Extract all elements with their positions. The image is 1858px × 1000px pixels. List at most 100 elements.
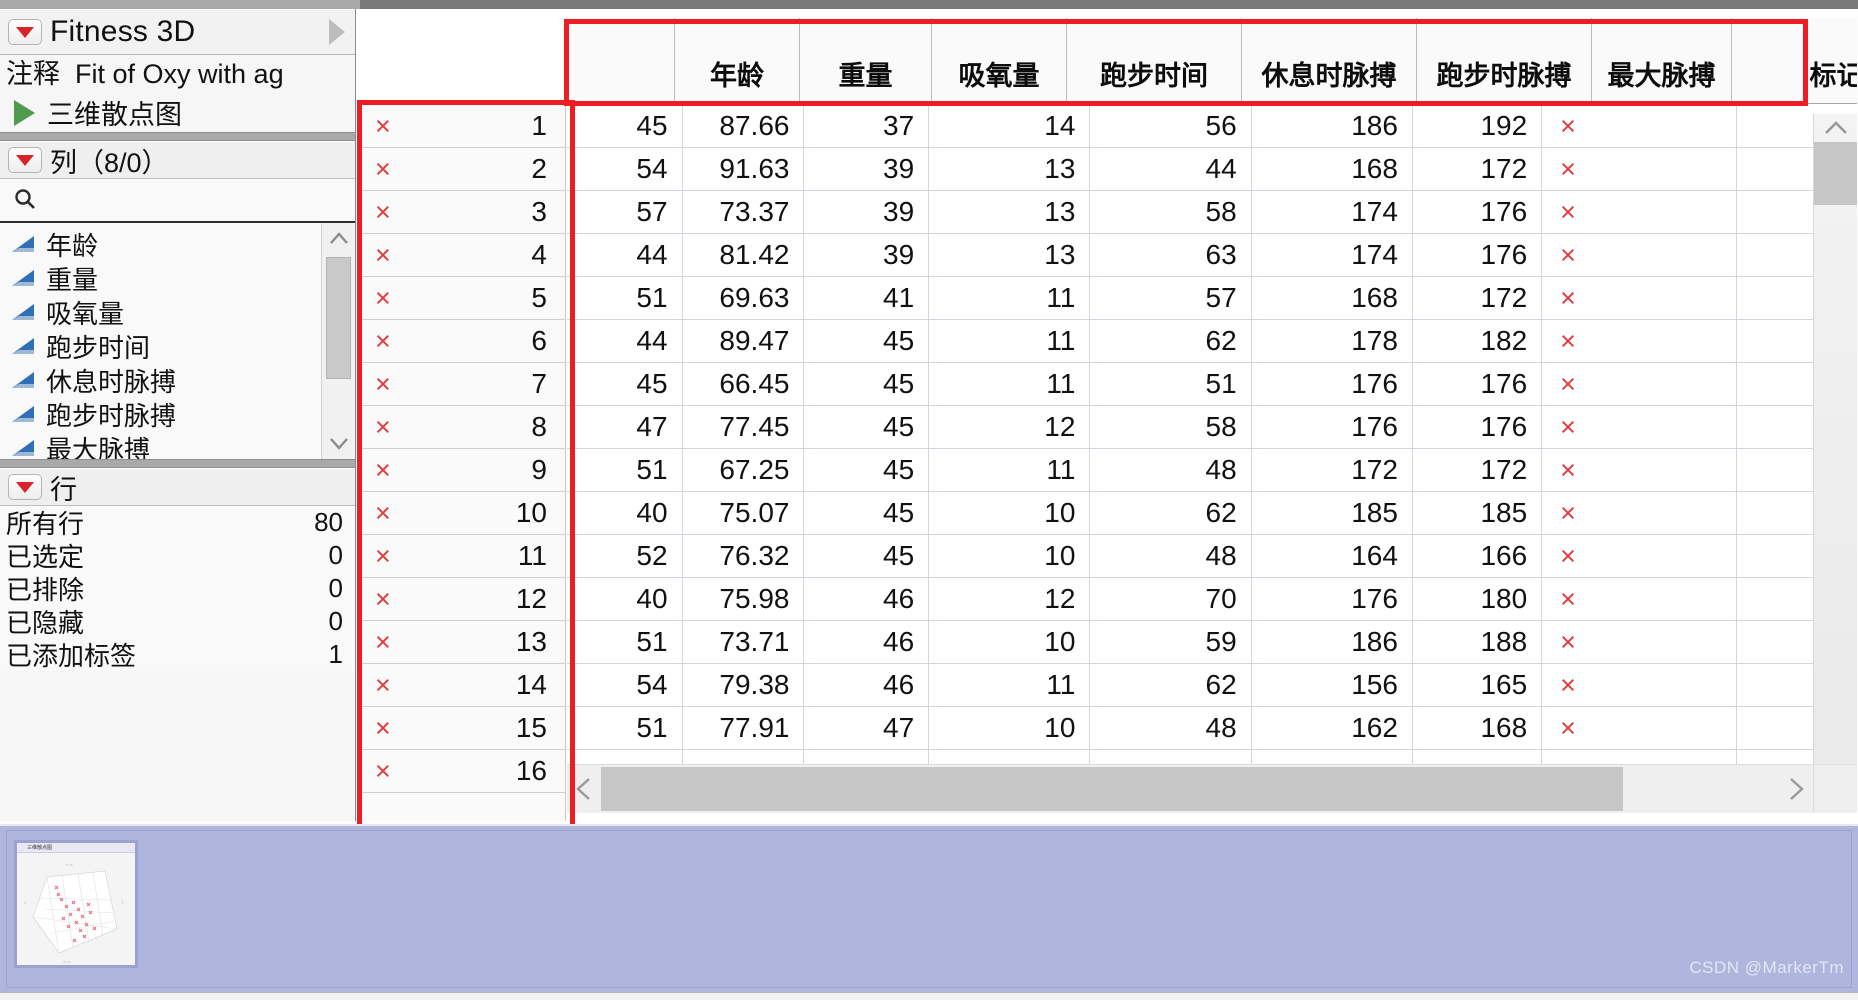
cell-maxpulse[interactable]: 168 xyxy=(1412,707,1543,750)
cell-age[interactable]: 45 xyxy=(567,363,683,406)
columns-scroll-thumb[interactable] xyxy=(326,257,351,379)
cell-age[interactable]: 52 xyxy=(567,535,683,578)
cell-maxpulse[interactable]: 176 xyxy=(1412,406,1543,449)
row-number-cell[interactable]: × 12 xyxy=(357,578,565,621)
row-marker-icon[interactable]: × xyxy=(375,542,391,570)
cell-runtime[interactable]: 11 xyxy=(929,277,1091,320)
cell-runpulse[interactable]: 186 xyxy=(1251,105,1413,148)
cell-weight[interactable]: 75.98 xyxy=(682,578,805,621)
chevron-down-icon[interactable] xyxy=(327,433,351,453)
table-row[interactable]: 47 77.45 45 12 58 176 176 × xyxy=(567,406,1857,449)
cell-weight[interactable]: 66.45 xyxy=(682,363,805,406)
cell-runpulse[interactable]: 176 xyxy=(1251,406,1413,449)
cell-oxy[interactable]: 47 xyxy=(804,707,930,750)
cell-oxy[interactable]: 45 xyxy=(804,449,930,492)
cell-oxy[interactable]: 39 xyxy=(804,148,930,191)
row-marker-icon[interactable]: × xyxy=(375,456,391,484)
cell-runpulse[interactable]: 156 xyxy=(1251,664,1413,707)
cell-runtime[interactable]: 11 xyxy=(929,664,1091,707)
cell-weight[interactable]: 76.32 xyxy=(682,535,805,578)
cell-age[interactable]: 40 xyxy=(567,578,683,621)
row-number-cell[interactable]: × 2 xyxy=(357,148,565,191)
row-number-cell[interactable]: × 14 xyxy=(357,664,565,707)
cell-runpulse[interactable]: 168 xyxy=(1251,277,1413,320)
cell-oxy[interactable]: 46 xyxy=(804,578,930,621)
rows-stat-item[interactable]: 已添加标签 1 xyxy=(0,638,355,671)
rows-stat-item[interactable]: 已隐藏 0 xyxy=(0,605,355,638)
column-header[interactable]: 标记 xyxy=(1732,18,1857,104)
cell-maxpulse[interactable]: 172 xyxy=(1412,277,1543,320)
green-play-triangle-icon[interactable] xyxy=(14,99,35,126)
cell-weight[interactable]: 89.47 xyxy=(682,320,805,363)
cell-restpulse[interactable]: 62 xyxy=(1090,492,1252,535)
column-header[interactable]: 重量 xyxy=(800,18,932,104)
cell-age[interactable]: 44 xyxy=(567,320,683,363)
cell-maxpulse[interactable]: 182 xyxy=(1412,320,1543,363)
chevron-up-icon[interactable] xyxy=(327,229,351,249)
cell-oxy[interactable]: 37 xyxy=(804,105,930,148)
row-number-cell[interactable]: × 3 xyxy=(357,191,565,234)
cell-restpulse[interactable]: 44 xyxy=(1090,148,1252,191)
row-marker-icon[interactable]: × xyxy=(375,112,391,140)
column-item[interactable]: 年龄 xyxy=(0,227,355,261)
table-row[interactable]: 51 77.91 47 10 48 162 168 × xyxy=(567,707,1857,750)
column-item[interactable]: 重量 xyxy=(0,261,355,295)
cell-runtime[interactable]: 10 xyxy=(929,621,1091,664)
column-item[interactable]: 跑步时间 xyxy=(0,329,355,363)
cell-oxy[interactable]: 39 xyxy=(804,234,930,277)
column-header[interactable]: 休息时脉搏 xyxy=(1242,18,1417,104)
cell-maxpulse[interactable]: 166 xyxy=(1412,535,1543,578)
cell-age[interactable]: 45 xyxy=(567,105,683,148)
cell-weight[interactable]: 91.63 xyxy=(682,148,805,191)
rows-stat-item[interactable]: 已排除 0 xyxy=(0,572,355,605)
cell-oxy[interactable]: 39 xyxy=(804,191,930,234)
cell-restpulse[interactable]: 48 xyxy=(1090,707,1252,750)
cell-maxpulse[interactable]: 172 xyxy=(1412,449,1543,492)
cell-oxy[interactable]: 45 xyxy=(804,492,930,535)
cell-marker[interactable]: × xyxy=(1542,234,1737,277)
cell-oxy[interactable]: 45 xyxy=(804,406,930,449)
cell-marker[interactable]: × xyxy=(1542,148,1737,191)
row-number-cell[interactable]: × 15 xyxy=(357,707,565,750)
cell-restpulse[interactable]: 58 xyxy=(1090,191,1252,234)
chevron-up-icon[interactable] xyxy=(1822,117,1850,139)
cell-restpulse[interactable]: 48 xyxy=(1090,535,1252,578)
columns-list-scrollbar[interactable] xyxy=(321,223,355,459)
cell-marker[interactable]: × xyxy=(1542,277,1737,320)
cell-runtime[interactable]: 12 xyxy=(929,406,1091,449)
rows-stat-item[interactable]: 已选定 0 xyxy=(0,539,355,572)
cell-runtime[interactable]: 14 xyxy=(929,105,1091,148)
cell-runpulse[interactable]: 168 xyxy=(1251,148,1413,191)
cell-maxpulse[interactable]: 188 xyxy=(1412,621,1543,664)
column-item[interactable]: 吸氧量 xyxy=(0,295,355,329)
cell-runpulse[interactable]: 178 xyxy=(1251,320,1413,363)
row-number-cell[interactable]: × 9 xyxy=(357,449,565,492)
cell-runpulse[interactable]: 174 xyxy=(1251,191,1413,234)
chevron-right-icon[interactable] xyxy=(1783,776,1807,802)
cell-restpulse[interactable]: 62 xyxy=(1090,320,1252,363)
cell-age[interactable]: 51 xyxy=(567,277,683,320)
table-row[interactable]: 44 81.42 39 13 63 174 176 × xyxy=(567,234,1857,277)
column-header[interactable]: 跑步时脉搏 xyxy=(1417,18,1592,104)
cell-oxy[interactable]: 41 xyxy=(804,277,930,320)
cell-age[interactable]: 47 xyxy=(567,406,683,449)
row-number-cell[interactable]: × 13 xyxy=(357,621,565,664)
cell-restpulse[interactable]: 59 xyxy=(1090,621,1252,664)
row-number-cell[interactable]: × 4 xyxy=(357,234,565,277)
row-marker-icon[interactable]: × xyxy=(375,628,391,656)
triangle-right-icon[interactable] xyxy=(329,19,345,45)
cell-weight[interactable]: 73.37 xyxy=(682,191,805,234)
cell-maxpulse[interactable]: 176 xyxy=(1412,234,1543,277)
cell-weight[interactable]: 77.45 xyxy=(682,406,805,449)
cell-runtime[interactable]: 11 xyxy=(929,449,1091,492)
row-marker-icon[interactable]: × xyxy=(375,155,391,183)
column-item[interactable]: 最大脉搏 xyxy=(0,431,355,459)
cell-restpulse[interactable]: 58 xyxy=(1090,406,1252,449)
cell-maxpulse[interactable]: 176 xyxy=(1412,191,1543,234)
cell-restpulse[interactable]: 62 xyxy=(1090,664,1252,707)
row-marker-icon[interactable]: × xyxy=(375,585,391,613)
cell-runpulse[interactable]: 172 xyxy=(1251,449,1413,492)
cell-marker[interactable]: × xyxy=(1542,578,1737,621)
row-marker-icon[interactable]: × xyxy=(375,327,391,355)
window-thumbnail-scatterplot[interactable]: 三维散点图 xx xx xx xx xx xx xyxy=(14,840,138,968)
